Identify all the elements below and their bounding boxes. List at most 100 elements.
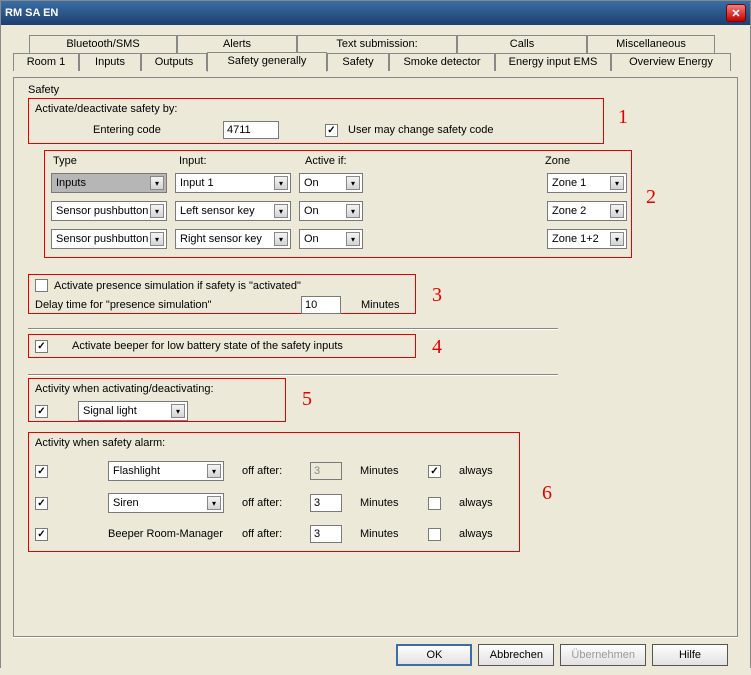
type-dropdown[interactable]: Sensor pushbutton▾ (51, 229, 167, 249)
section-6: Activity when safety alarm: Flashlight▾ o… (28, 432, 520, 552)
help-button[interactable]: Hilfe (652, 644, 728, 666)
input-dropdown[interactable]: Left sensor key ▾ (175, 201, 291, 221)
always-label: always (459, 528, 493, 540)
dropdown-value: On (304, 205, 319, 217)
tab-miscellaneous[interactable]: Miscellaneous (587, 35, 715, 53)
presence-sim-checkbox[interactable] (35, 279, 48, 292)
window-title: RM SA EN (5, 7, 58, 19)
section-2: Type Input: Active if: Zone Inputs▾Input… (44, 150, 632, 258)
chevron-down-icon: ▾ (207, 496, 221, 510)
always-label: always (459, 497, 493, 509)
minutes-label: Minutes (360, 465, 410, 477)
annotation-5: 5 (302, 388, 312, 411)
input-dropdown[interactable]: Right sensor key▾ (175, 229, 291, 249)
tab-overview-energy[interactable]: Overview Energy (611, 53, 731, 71)
dropdown-value: Left sensor key (180, 205, 255, 217)
ok-button[interactable]: OK (396, 644, 472, 666)
chevron-down-icon: ▾ (150, 176, 164, 190)
user-change-checkbox[interactable] (325, 124, 338, 137)
annotation-6: 6 (542, 482, 552, 505)
sec5-dropdown[interactable]: Signal light ▾ (78, 401, 188, 421)
tab-energy-input-ems[interactable]: Energy input EMS (495, 53, 611, 71)
safety-header: Safety (28, 84, 59, 96)
annotation-3: 3 (432, 284, 442, 307)
off-after-input[interactable] (310, 494, 342, 512)
dropdown-value: Zone 2 (552, 205, 586, 217)
col-input: Input: (179, 155, 207, 167)
chevron-down-icon: ▾ (610, 232, 624, 246)
dropdown-value: Siren (113, 497, 139, 509)
alarm-row-checkbox[interactable] (35, 497, 48, 510)
sec6-row: Beeper Room-Manager off after: Minutes alwa… (35, 525, 513, 543)
titlebar: RM SA EN ✕ (1, 1, 750, 25)
off-after-input[interactable] (310, 525, 342, 543)
tab-calls[interactable]: Calls (457, 35, 587, 53)
tab-room1[interactable]: Room 1 (13, 53, 79, 71)
sec6-row: Flashlight▾ off after: Minutes always (35, 461, 513, 481)
entering-code-label: Entering code (93, 124, 213, 136)
type-dropdown[interactable]: Inputs ▾ (51, 173, 167, 193)
tabpanel-safety-generally: Safety Activate/deactivate safety by: En… (13, 77, 738, 637)
cancel-button[interactable]: Abbrechen (478, 644, 554, 666)
always-checkbox[interactable] (428, 497, 441, 510)
chevron-down-icon: ▾ (274, 204, 288, 218)
always-checkbox[interactable] (428, 465, 441, 478)
dropdown-value: Zone 1+2 (552, 233, 599, 245)
alarm-row-checkbox[interactable] (35, 528, 48, 541)
zone-dropdown[interactable]: Zone 1▾ (547, 173, 627, 193)
dropdown-value: Sensor pushbutton (56, 233, 148, 245)
chevron-down-icon: ▾ (610, 204, 624, 218)
alarm-device-dropdown[interactable]: Siren ▾ (108, 493, 224, 513)
type-dropdown[interactable]: Sensor pushbutton▾ (51, 201, 167, 221)
dropdown-value: Zone 1 (552, 177, 586, 189)
sec6-title: Activity when safety alarm: (35, 437, 513, 449)
active-dropdown[interactable]: On ▾ (299, 201, 363, 221)
always-checkbox[interactable] (428, 528, 441, 541)
active-dropdown[interactable]: On▾ (299, 173, 363, 193)
beeper-label: Activate beeper for low battery state of… (72, 340, 343, 352)
dropdown-value: Input 1 (180, 177, 214, 189)
zone-dropdown[interactable]: Zone 1+2 ▾ (547, 229, 627, 249)
off-after-label: off after: (242, 528, 292, 540)
tab-alerts[interactable]: Alerts (177, 35, 297, 53)
off-after-input (310, 462, 342, 480)
always-label: always (459, 465, 493, 477)
active-dropdown[interactable]: On▾ (299, 229, 363, 249)
tab-outputs[interactable]: Outputs (141, 53, 207, 71)
tab-safety[interactable]: Safety (327, 53, 389, 71)
tab-inputs[interactable]: Inputs (79, 53, 141, 71)
alarm-device-label: Beeper Room-Manager (108, 528, 224, 540)
col-type: Type (53, 155, 77, 167)
zone-dropdown[interactable]: Zone 2 ▾ (547, 201, 627, 221)
delay-label: Delay time for "presence simulation" (35, 299, 295, 311)
tabstrip: Bluetooth/SMS Alerts Text submission: Ca… (13, 35, 738, 73)
off-after-label: off after: (242, 465, 292, 477)
col-zone: Zone (545, 155, 570, 167)
minutes-label: Minutes (360, 528, 410, 540)
tab-smoke-detector[interactable]: Smoke detector (389, 53, 495, 71)
section-3: Activate presence simulation if safety i… (28, 274, 416, 314)
tab-safety-generally[interactable]: Safety generally (207, 52, 327, 72)
apply-button[interactable]: Übernehmen (560, 644, 646, 666)
alarm-device-dropdown[interactable]: Flashlight▾ (108, 461, 224, 481)
chevron-down-icon: ▾ (150, 232, 164, 246)
tab-bluetooth-sms[interactable]: Bluetooth/SMS (29, 35, 177, 53)
tab-text-submission[interactable]: Text submission: (297, 35, 457, 53)
section-5: Activity when activating/deactivating: S… (28, 378, 286, 422)
section-1: Activate/deactivate safety by: Entering … (28, 98, 604, 144)
off-after-label: off after: (242, 497, 292, 509)
chevron-down-icon: ▾ (346, 204, 360, 218)
beeper-checkbox[interactable] (35, 340, 48, 353)
dropdown-value: On (304, 177, 319, 189)
presence-sim-label: Activate presence simulation if safety i… (54, 280, 301, 292)
input-dropdown[interactable]: Input 1▾ (175, 173, 291, 193)
delay-input[interactable] (301, 296, 341, 314)
close-button[interactable]: ✕ (726, 4, 746, 22)
dropdown-value: Inputs (56, 177, 86, 189)
code-input[interactable] (223, 121, 279, 139)
annotation-1: 1 (618, 106, 628, 129)
sec2-row: Sensor pushbutton▾Left sensor key▾On▾Zon… (51, 201, 627, 221)
col-active: Active if: (305, 155, 347, 167)
sec5-checkbox[interactable] (35, 405, 48, 418)
alarm-row-checkbox[interactable] (35, 465, 48, 478)
